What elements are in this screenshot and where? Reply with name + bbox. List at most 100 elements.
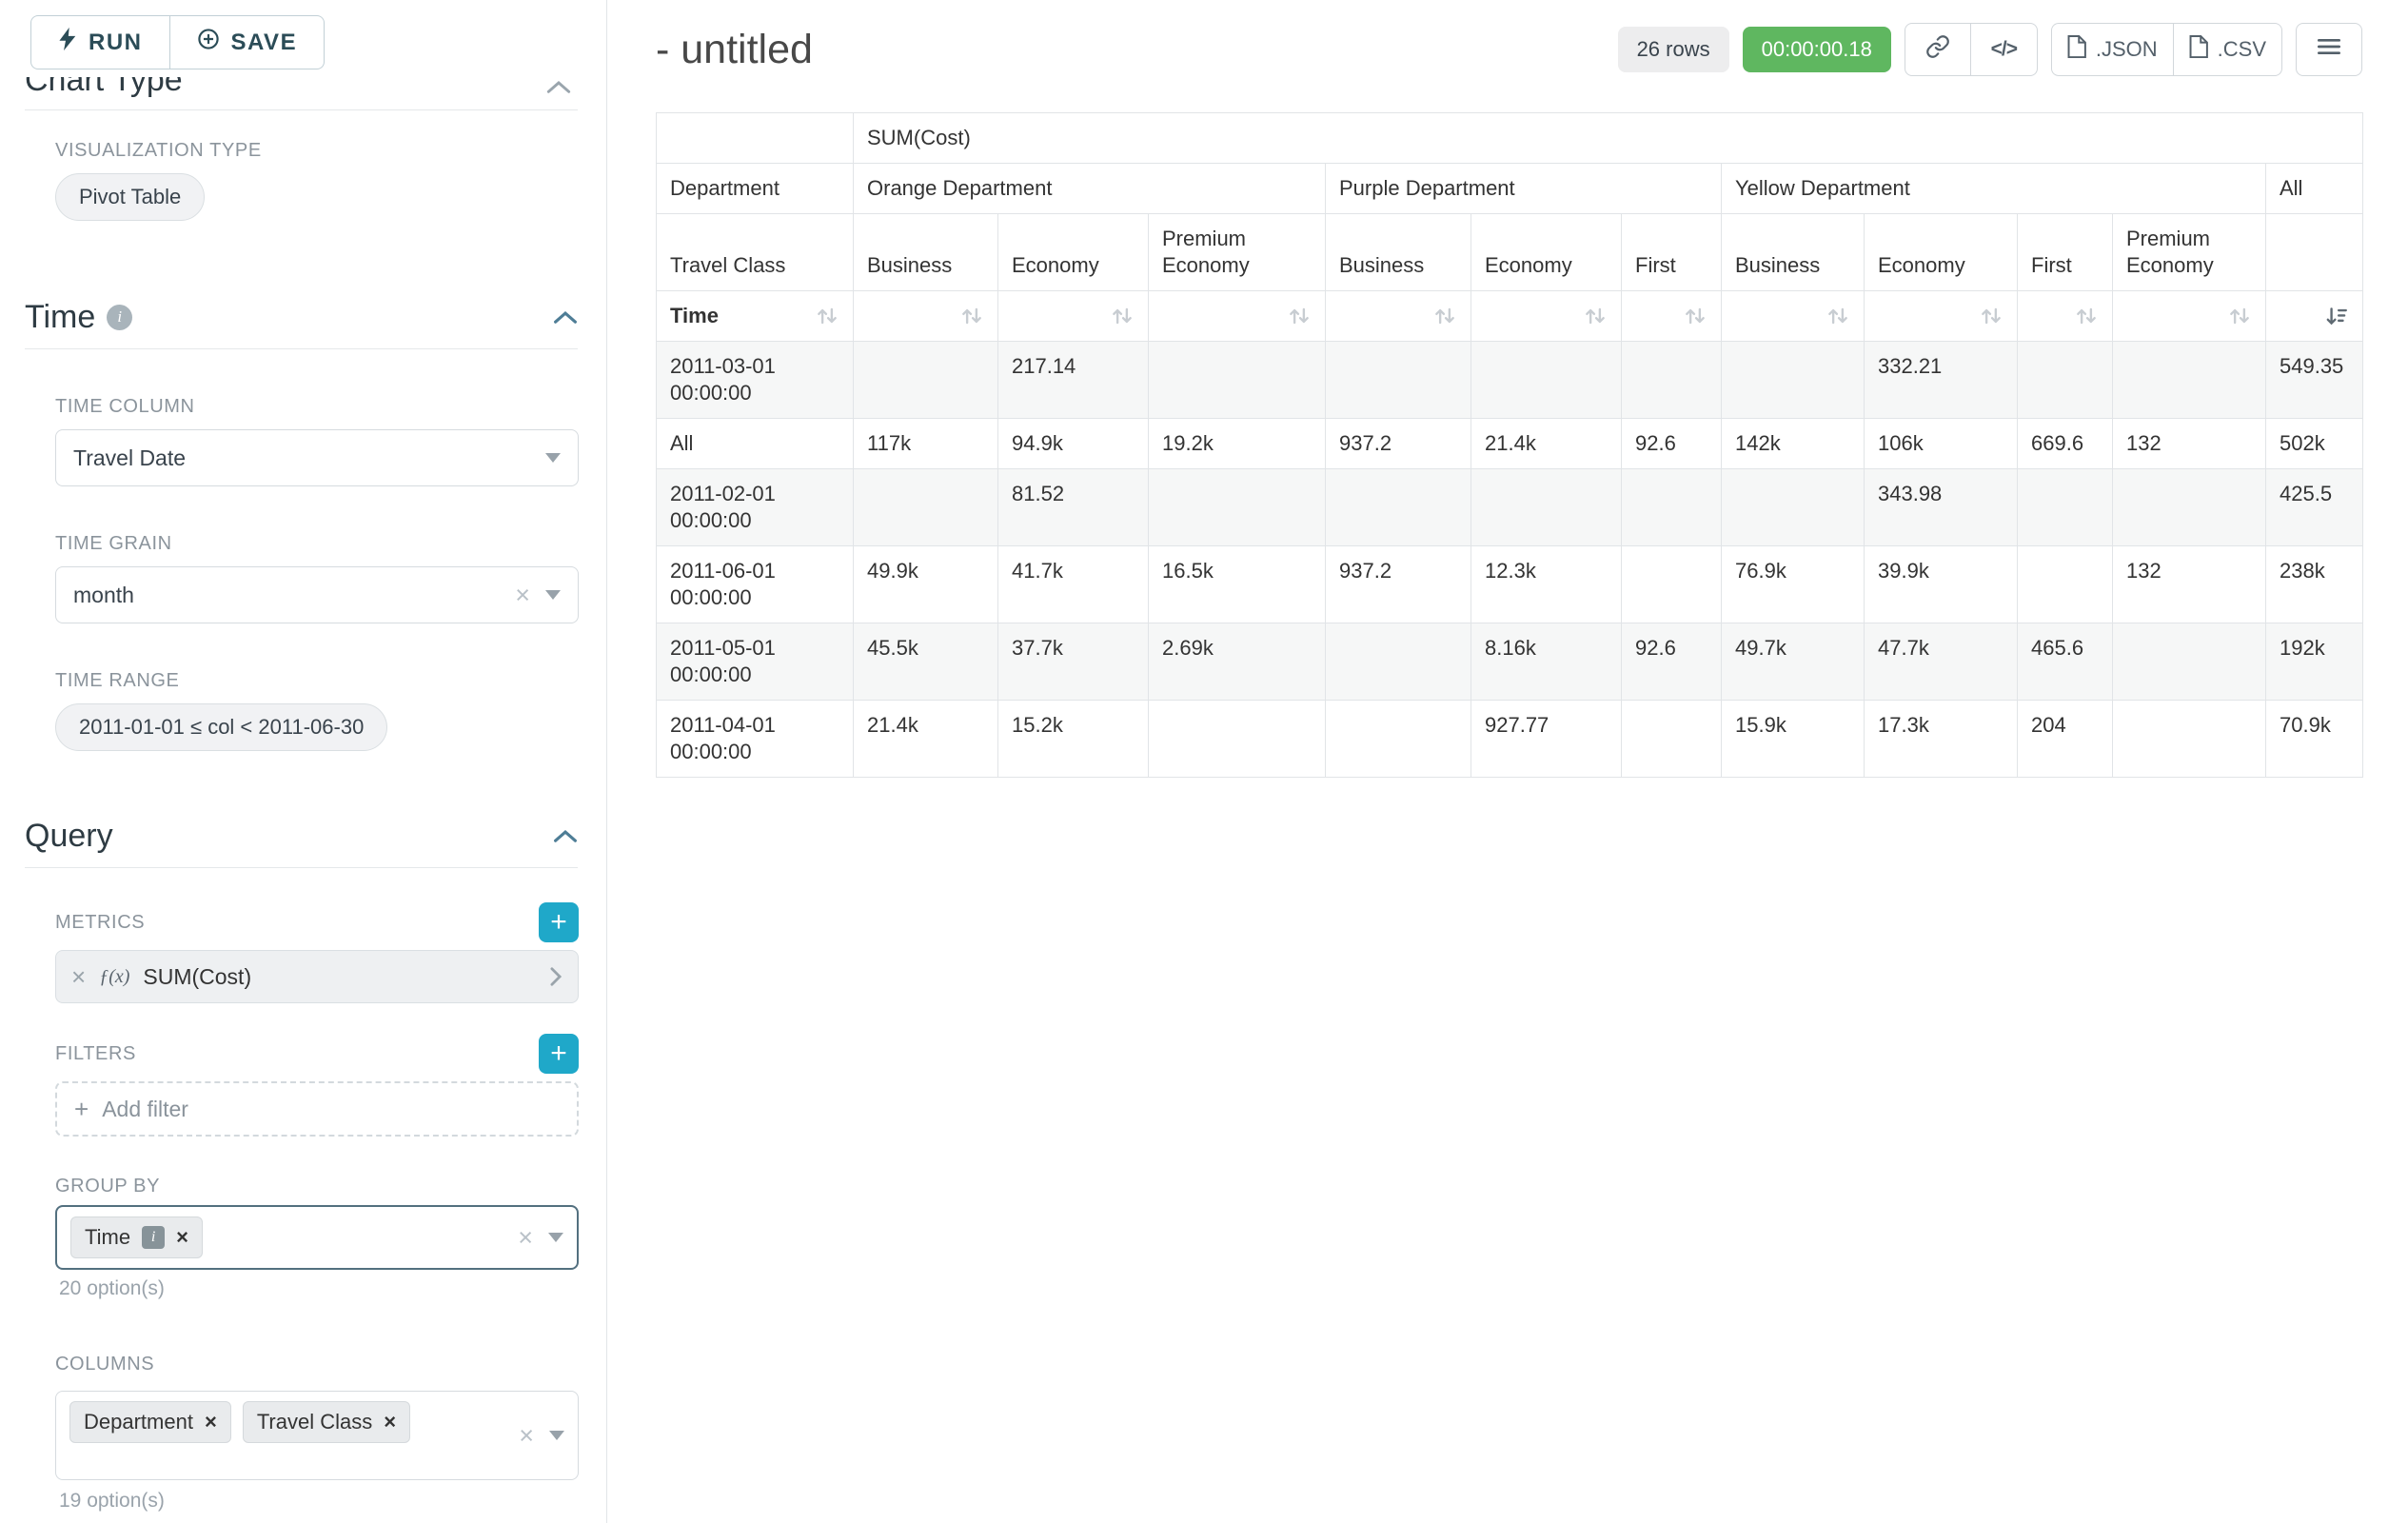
chart-area: - untitled 26 rows 00:00:00.18 </> bbox=[608, 0, 2408, 1523]
columns-tag[interactable]: Travel Class × bbox=[243, 1401, 410, 1443]
cell: 16.5k bbox=[1149, 546, 1326, 623]
leaf-column-header: Business bbox=[1722, 214, 1865, 291]
cell: 343.98 bbox=[1865, 469, 2018, 546]
cell: 19.2k bbox=[1149, 419, 1326, 469]
row-key: All bbox=[657, 419, 854, 469]
table-row: 2011-05-01 00:00:0045.5k37.7k2.69k8.16k9… bbox=[657, 623, 2363, 701]
cell: 21.4k bbox=[1471, 419, 1622, 469]
remove-tag-icon[interactable]: × bbox=[384, 1412, 396, 1433]
chevron-up-icon[interactable] bbox=[553, 309, 578, 325]
time-range-value[interactable]: 2011-01-01 ≤ col < 2011-06-30 bbox=[55, 703, 387, 751]
time-column-select[interactable]: Travel Date bbox=[55, 429, 579, 486]
group-by-select[interactable]: Time i × × bbox=[55, 1205, 579, 1270]
clear-icon[interactable]: × bbox=[515, 583, 530, 608]
column-group-header: Orange Department bbox=[854, 164, 1326, 214]
sort-icon[interactable] bbox=[2074, 304, 2099, 328]
group-by-tag[interactable]: Time i × bbox=[70, 1216, 203, 1258]
cell bbox=[1326, 342, 1471, 419]
filters-label-row: FILTERS + bbox=[55, 1034, 579, 1074]
code-icon: </> bbox=[1991, 38, 2017, 61]
cell: 465.6 bbox=[2018, 623, 2113, 701]
run-button[interactable]: RUN bbox=[30, 15, 170, 69]
row-key: 2011-05-01 00:00:00 bbox=[657, 623, 854, 701]
cell bbox=[2018, 342, 2113, 419]
columns-tag[interactable]: Department × bbox=[69, 1401, 231, 1443]
chevron-up-icon[interactable] bbox=[553, 828, 578, 843]
copy-link-button[interactable] bbox=[1905, 23, 1971, 76]
cell bbox=[1326, 701, 1471, 778]
sort-header[interactable] bbox=[1722, 291, 1865, 342]
leaf-column-header: First bbox=[2018, 214, 2113, 291]
cell: 21.4k bbox=[854, 701, 998, 778]
clear-icon[interactable]: × bbox=[519, 1423, 534, 1449]
metrics-label-row: METRICS + bbox=[55, 902, 579, 942]
cell: 927.77 bbox=[1471, 701, 1622, 778]
sort-icon[interactable] bbox=[1583, 304, 1608, 328]
info-icon[interactable]: i bbox=[107, 305, 132, 330]
columns-options-hint: 19 option(s) bbox=[59, 1490, 606, 1513]
sort-header[interactable] bbox=[998, 291, 1149, 342]
query-timer-badge: 00:00:00.18 bbox=[1743, 27, 1891, 72]
metric-option[interactable]: × ƒ(x) SUM(Cost) bbox=[55, 950, 579, 1003]
export-button-group: .JSON .CSV bbox=[2051, 23, 2282, 76]
remove-tag-icon[interactable]: × bbox=[205, 1412, 217, 1433]
caret-down-icon bbox=[545, 453, 561, 463]
run-save-bar: RUN SAVE bbox=[0, 0, 606, 69]
sort-header[interactable] bbox=[854, 291, 998, 342]
sort-header[interactable] bbox=[1471, 291, 1622, 342]
sort-icon[interactable] bbox=[1432, 304, 1457, 328]
sort-header[interactable] bbox=[2018, 291, 2113, 342]
cell: 37.7k bbox=[998, 623, 1149, 701]
export-csv-button[interactable]: .CSV bbox=[2174, 23, 2282, 76]
add-filter-button[interactable]: + Add filter bbox=[55, 1081, 579, 1137]
sort-icon[interactable] bbox=[1287, 304, 1312, 328]
info-badge-icon[interactable]: i bbox=[142, 1226, 165, 1249]
cell: 204 bbox=[2018, 701, 2113, 778]
sort-icon[interactable] bbox=[2227, 304, 2252, 328]
clear-icon[interactable]: × bbox=[518, 1225, 533, 1251]
export-csv-label: .CSV bbox=[2218, 37, 2266, 62]
group-by-options-hint: 20 option(s) bbox=[59, 1277, 606, 1300]
sort-desc-icon[interactable] bbox=[2324, 304, 2349, 328]
add-filter-plus-button[interactable]: + bbox=[539, 1034, 579, 1074]
sort-header[interactable] bbox=[1326, 291, 1471, 342]
cell bbox=[1622, 342, 1722, 419]
chevron-up-icon[interactable] bbox=[545, 79, 572, 99]
cell: 49.9k bbox=[854, 546, 998, 623]
pivot-table: SUM(Cost)DepartmentOrange DepartmentPurp… bbox=[656, 112, 2363, 778]
caret-down-icon bbox=[549, 1431, 564, 1440]
sort-icon[interactable] bbox=[815, 304, 839, 328]
remove-metric-icon[interactable]: × bbox=[71, 964, 86, 989]
table-row: 2011-02-01 00:00:0081.52343.98425.5 bbox=[657, 469, 2363, 546]
visualization-type-label: VISUALIZATION TYPE bbox=[55, 139, 578, 162]
sort-header[interactable] bbox=[2113, 291, 2266, 342]
sort-header[interactable] bbox=[1865, 291, 2018, 342]
add-filter-label: Add filter bbox=[102, 1097, 188, 1122]
row-dimension-sort-header[interactable]: Time bbox=[657, 291, 854, 342]
remove-tag-icon[interactable]: × bbox=[176, 1227, 188, 1248]
cell: 15.9k bbox=[1722, 701, 1865, 778]
sort-icon[interactable] bbox=[1979, 304, 2003, 328]
sort-header[interactable] bbox=[2266, 291, 2363, 342]
sort-header[interactable] bbox=[1622, 291, 1722, 342]
lightning-icon bbox=[58, 27, 77, 58]
save-button[interactable]: SAVE bbox=[170, 15, 326, 69]
sort-icon[interactable] bbox=[1826, 304, 1850, 328]
columns-select[interactable]: Department × Travel Class × × bbox=[55, 1391, 579, 1480]
cell: 39.9k bbox=[1865, 546, 2018, 623]
menu-button[interactable] bbox=[2296, 23, 2362, 76]
sort-icon[interactable] bbox=[1110, 304, 1135, 328]
time-grain-select[interactable]: month × bbox=[55, 566, 579, 623]
sort-icon[interactable] bbox=[1683, 304, 1707, 328]
visualization-type-value[interactable]: Pivot Table bbox=[55, 173, 205, 221]
chart-type-section-header: Chart Type bbox=[25, 77, 578, 102]
export-json-button[interactable]: .JSON bbox=[2051, 23, 2174, 76]
sort-header[interactable] bbox=[1149, 291, 1326, 342]
cell bbox=[2113, 701, 2266, 778]
embed-code-button[interactable]: </> bbox=[1971, 23, 2038, 76]
sort-icon[interactable] bbox=[959, 304, 984, 328]
chevron-right-icon[interactable] bbox=[549, 966, 563, 987]
add-metric-button[interactable]: + bbox=[539, 902, 579, 942]
cell: 81.52 bbox=[998, 469, 1149, 546]
leaf-column-header: Economy bbox=[1471, 214, 1622, 291]
